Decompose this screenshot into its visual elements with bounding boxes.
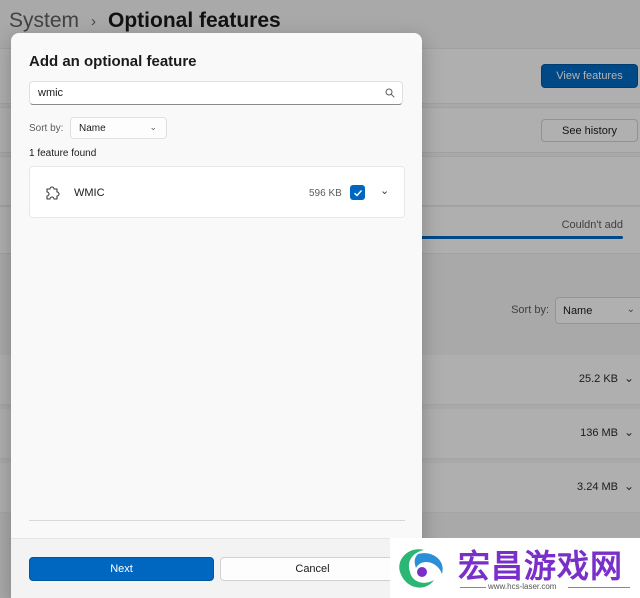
chevron-down-icon: ⌄ xyxy=(149,122,157,132)
feature-size: 596 KB xyxy=(309,188,342,199)
feature-checkbox[interactable] xyxy=(350,185,365,200)
search-input[interactable]: wmic xyxy=(29,81,403,105)
next-button[interactable]: Next xyxy=(29,557,214,581)
puzzle-icon xyxy=(46,186,60,200)
cancel-button[interactable]: Cancel xyxy=(220,557,405,581)
sort-label: Sort by: xyxy=(29,123,64,134)
divider xyxy=(460,587,486,588)
feature-name: WMIC xyxy=(74,187,105,199)
add-feature-dialog: Add an optional feature wmic Sort by: Na… xyxy=(11,33,422,598)
watermark-url: www.hcs-laser.com xyxy=(488,582,557,591)
divider xyxy=(29,520,405,521)
divider xyxy=(568,587,630,588)
checkmark-icon xyxy=(353,189,362,196)
chevron-down-icon[interactable]: ⌄ xyxy=(380,184,389,197)
watermark-text: 宏昌游戏网 xyxy=(458,548,624,584)
feature-list-item[interactable]: WMIC 596 KB ⌄ xyxy=(29,166,405,218)
results-count: 1 feature found xyxy=(29,148,97,159)
sort-value: Name xyxy=(79,122,106,134)
search-icon[interactable] xyxy=(385,88,395,98)
search-value: wmic xyxy=(38,87,64,99)
dialog-title: Add an optional feature xyxy=(29,53,197,70)
watermark: 宏昌游戏网 www.hcs-laser.com xyxy=(390,538,640,598)
watermark-logo-icon xyxy=(399,549,443,588)
sort-dropdown[interactable]: Name ⌄ xyxy=(70,117,167,139)
